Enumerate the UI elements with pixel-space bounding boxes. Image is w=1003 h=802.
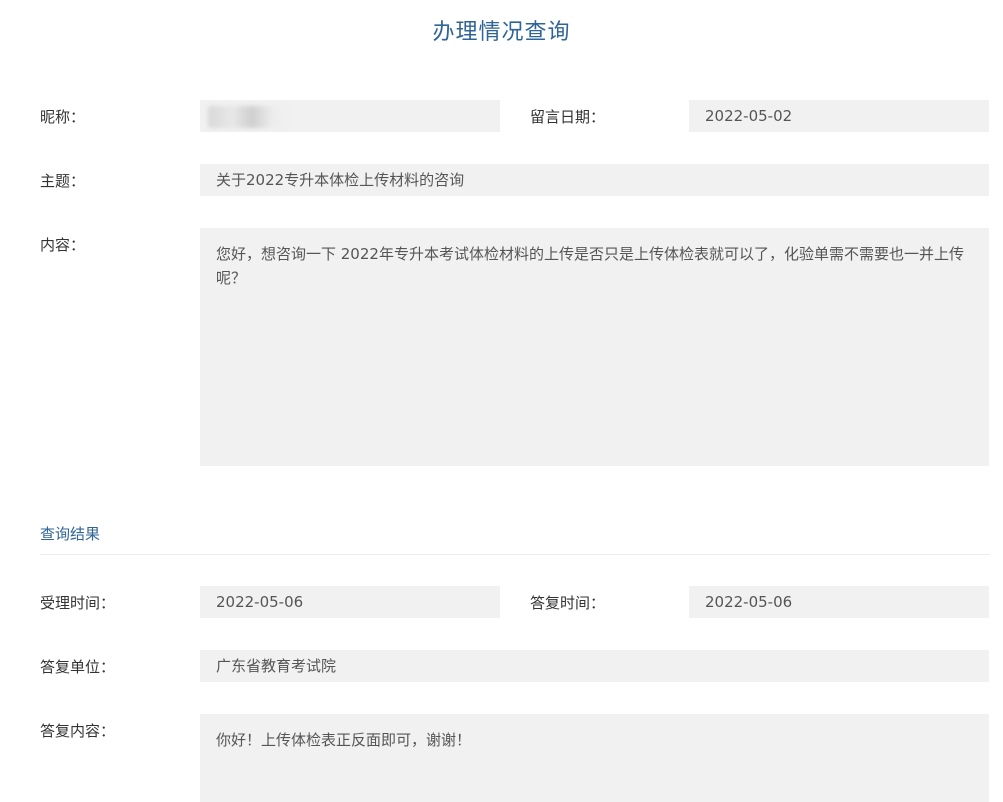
reply-content-label: 答复内容： [40, 722, 116, 740]
nickname-label: 昵称： [40, 108, 86, 126]
reply-unit-label: 答复单位： [40, 658, 116, 676]
page-title: 办理情况查询 [432, 20, 571, 45]
result-section-title: 查询结果 [40, 525, 101, 543]
reply-time-field[interactable]: 2022-05-06 [689, 586, 989, 618]
content-field[interactable]: 您好，想咨询一下 2022年专升本考试体检材料的上传是否只是上传体检表就可以了，… [200, 228, 989, 466]
reply-time-label: 答复时间： [530, 594, 606, 612]
subject-field[interactable]: 关于2022专升本体检上传材料的咨询 [200, 164, 989, 196]
nickname-redacted-image [208, 106, 288, 128]
accept-time-field[interactable]: 2022-05-06 [200, 586, 500, 618]
subject-label: 主题： [40, 172, 86, 190]
date-field[interactable]: 2022-05-02 [689, 100, 989, 132]
accept-time-label: 受理时间： [40, 594, 116, 612]
date-label: 留言日期： [530, 108, 606, 126]
section-divider [40, 554, 990, 555]
content-label: 内容： [40, 236, 86, 254]
reply-content-field[interactable]: 你好！上传体检表正反面即可，谢谢！ [200, 714, 989, 802]
reply-unit-field[interactable]: 广东省教育考试院 [200, 650, 989, 682]
